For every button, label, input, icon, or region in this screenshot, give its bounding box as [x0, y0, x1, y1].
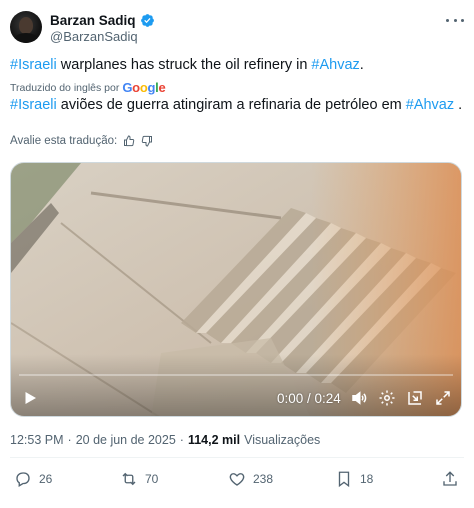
google-logo[interactable]: Google	[122, 80, 165, 95]
translated-label: Traduzido do inglês por	[10, 81, 120, 94]
video-time: 0:00 / 0:24	[277, 391, 341, 406]
verified-badge-icon	[140, 13, 154, 27]
divider	[10, 457, 464, 458]
heart-icon	[229, 473, 245, 486]
video-controls: 0:00 / 0:24	[11, 376, 461, 416]
tweet-date[interactable]: 20 de jun de 2025	[76, 433, 176, 447]
views-count: 114,2 mil	[187, 433, 241, 447]
translated-by: Traduzido do inglês por Google	[10, 80, 166, 95]
bookmark-button[interactable]: 18	[335, 470, 373, 488]
like-count: 238	[253, 472, 274, 486]
share-icon	[443, 471, 457, 486]
bookmark-count: 18	[360, 472, 374, 486]
tweet-text-segment: .	[359, 57, 364, 73]
views-label: Visualizações	[244, 433, 321, 447]
thumbs-down-icon[interactable]	[141, 135, 153, 147]
tweet-meta: 12:53 PM · 20 de jun de 2025 · 114,2 mil…	[10, 433, 320, 447]
rate-translation: Avalie esta tradução:	[10, 135, 153, 147]
tweet-text-segment: warplanes has struck the oil refinery in	[56, 57, 312, 73]
hashtag-link[interactable]: #Ahvaz	[311, 57, 359, 73]
author-display-name[interactable]: Barzan Sadiq	[50, 13, 136, 28]
translated-text-segment: aviões de guerra atingiram a refinaria d…	[56, 97, 406, 113]
rate-translation-label: Avalie esta tradução:	[10, 135, 118, 147]
settings-gear-icon[interactable]	[378, 389, 396, 407]
hashtag-link[interactable]: #Israeli	[10, 97, 57, 113]
hashtag-link[interactable]: #Israeli	[10, 57, 57, 73]
play-icon[interactable]	[21, 389, 39, 407]
more-options-icon[interactable]	[446, 14, 464, 26]
picture-in-picture-icon[interactable]	[406, 389, 424, 407]
action-bar: 26 70 238 18	[0, 470, 474, 492]
avatar[interactable]	[10, 11, 42, 43]
video-player[interactable]: 0:00 / 0:24	[10, 162, 462, 417]
tweet-card: Barzan Sadiq @BarzanSadiq #Israeli warpl…	[0, 0, 474, 508]
reply-button[interactable]: 26	[14, 470, 52, 488]
meta-separator: ·	[67, 433, 72, 447]
translated-text: #Israeli aviões de guerra atingiram a re…	[10, 96, 462, 114]
repost-count: 70	[145, 472, 159, 486]
meta-separator: ·	[179, 433, 184, 447]
fullscreen-icon[interactable]	[434, 389, 452, 407]
repost-icon	[122, 472, 136, 486]
translated-text-segment: .	[454, 97, 463, 113]
tweet-time[interactable]: 12:53 PM	[10, 433, 64, 447]
share-button[interactable]	[441, 470, 459, 488]
author-name-row: Barzan Sadiq	[50, 11, 155, 29]
hashtag-link[interactable]: #Ahvaz	[406, 97, 454, 113]
tweet-text: #Israeli warplanes has struck the oil re…	[10, 56, 364, 74]
author-handle[interactable]: @BarzanSadiq	[50, 29, 138, 44]
thumbs-up-icon[interactable]	[123, 135, 135, 147]
bookmark-icon	[338, 471, 350, 488]
repost-button[interactable]: 70	[120, 470, 158, 488]
volume-icon[interactable]	[350, 389, 368, 407]
like-button[interactable]: 238	[228, 470, 273, 488]
reply-count: 26	[39, 472, 53, 486]
reply-icon	[16, 472, 30, 487]
